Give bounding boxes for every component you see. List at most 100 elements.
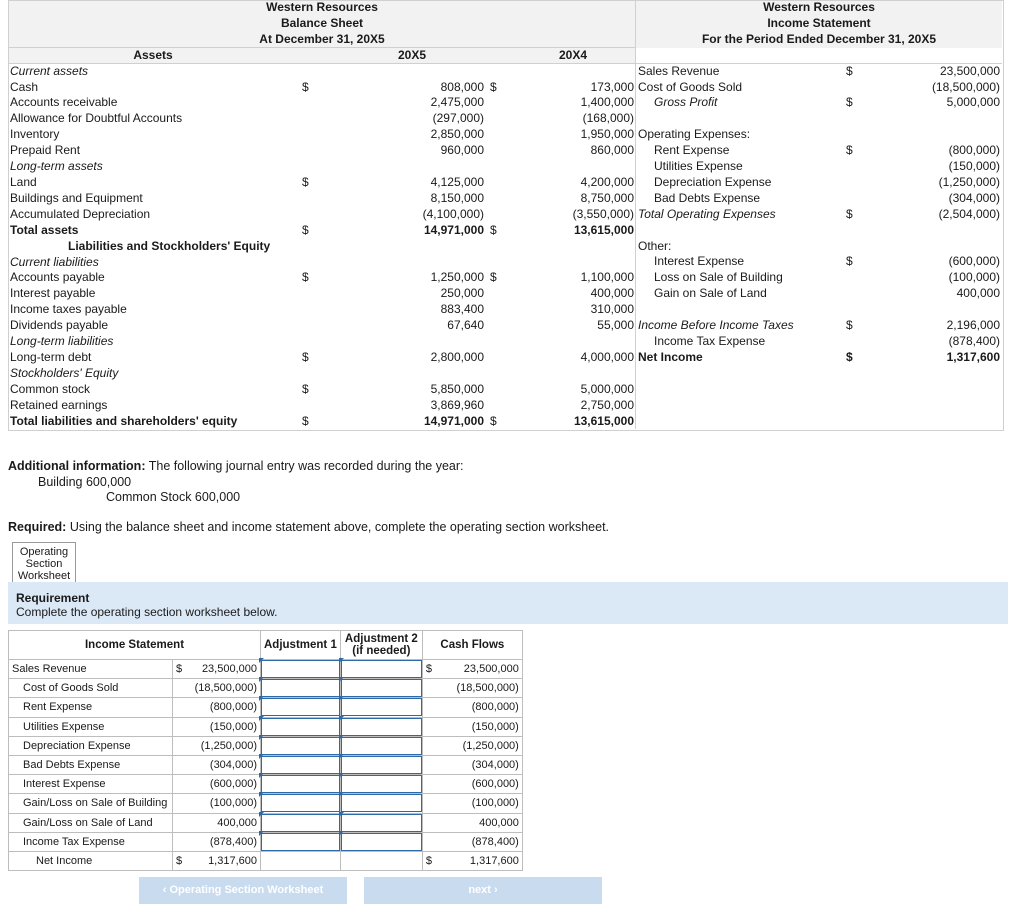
ws-adjustment1-input[interactable] [259, 811, 340, 832]
ws-is-dollar [172, 812, 187, 833]
ws-is-dollar: $ [172, 658, 187, 680]
ws-cf-dollar [421, 793, 441, 814]
journal-entry-debit: Building 600,000 [38, 475, 132, 489]
ws-adjustment1-input-cell [259, 754, 341, 776]
ws-is-value: (150,000) [186, 716, 261, 737]
ws-adjustment1-input-cell [259, 830, 341, 852]
ws-row-label: Bad Debts Expense [8, 754, 173, 776]
requirement-text: Complete the operating section worksheet… [16, 605, 278, 619]
ws-adjustment1-input-cell [259, 696, 341, 718]
ws-is-dollar [172, 774, 187, 795]
ws-header-income-statement: Income Statement [8, 630, 261, 660]
ws-header-adjustment1: Adjustment 1 [260, 630, 341, 660]
ws-adjustment2-input-cell [338, 830, 423, 852]
ws-adjustment1-input[interactable] [259, 677, 340, 698]
ws-is-value: (304,000) [186, 754, 261, 776]
additional-text: The following journal entry was recorded… [145, 459, 464, 473]
ws-is-dollar [172, 678, 187, 699]
ws-cf-dollar [421, 831, 441, 852]
ws-adjustment1-input[interactable] [259, 830, 340, 851]
ws-header-cash-flows: Cash Flows [421, 630, 523, 660]
ws-header-adjustment2-note: (if needed) [352, 645, 411, 657]
ws-adjustment2-input[interactable] [338, 715, 422, 736]
ws-adjustment1-input[interactable] [259, 734, 340, 755]
ws-adjustment2-input-cell [338, 715, 423, 737]
ws-adjustment1-input-cell [259, 658, 341, 680]
ws-adjustment1-input[interactable] [259, 658, 340, 679]
ws-adjustment1-input[interactable] [259, 773, 340, 794]
ws-is-value: (800,000) [186, 697, 261, 718]
ws-adjustment2-input-cell [338, 658, 423, 680]
ws-row-label: Net Income [8, 850, 173, 872]
ws-row: Depreciation Expense (1,250,000) (1,250,00… [8, 734, 523, 756]
prev-button[interactable]: ‹ Operating Section Worksheet [139, 877, 347, 904]
ws-is-dollar [172, 831, 187, 852]
ws-cf-dollar [421, 754, 441, 776]
ws-adjustment2-input[interactable] [338, 830, 422, 851]
ws-row-label: Interest Expense [8, 774, 173, 795]
ws-header-adjustment2-label: Adjustment 2 [344, 633, 418, 645]
ws-cf-value: (600,000) [440, 774, 523, 795]
requirement-bar: Requirement Complete the operating secti… [8, 582, 1008, 624]
journal-entry-credit: Common Stock 600,000 [106, 490, 241, 504]
ws-is-dollar [172, 716, 187, 737]
statements-divider [635, 0, 636, 429]
ws-is-dollar [172, 697, 187, 718]
ws-is-dollar [172, 754, 187, 776]
ws-row: Utilities Expense (150,000) (150,000) [8, 715, 523, 737]
ws-row: Bad Debts Expense (304,000) (304,000) [8, 754, 523, 776]
next-button[interactable]: next › [364, 877, 602, 904]
ws-cf-value: 400,000 [440, 812, 523, 833]
ws-adjustment1-input-cell [259, 792, 341, 814]
ws-cf-dollar [421, 716, 441, 737]
tab-label-line1: Operating [19, 546, 69, 558]
ws-adjustment2-input[interactable] [338, 677, 422, 698]
ws-header-adjustment2: Adjustment 2 (if needed) [339, 630, 423, 660]
ws-is-dollar: $ [172, 850, 187, 872]
ws-row-label: Depreciation Expense [8, 735, 173, 756]
tab-operating-section-worksheet[interactable]: Operating Section Worksheet [12, 542, 76, 586]
ws-cf-value: (150,000) [440, 716, 523, 737]
ws-cf-value: 23,500,000 [440, 658, 523, 680]
tab-label-line3: Worksheet [17, 570, 71, 582]
ws-adjustment2-input[interactable] [338, 792, 422, 813]
additional-info: Additional information: The following jo… [8, 459, 463, 473]
ws-row-label: Income Tax Expense [8, 831, 173, 852]
ws-adjustment2-input[interactable] [338, 754, 422, 775]
ws-adjustment1-input[interactable] [259, 715, 340, 736]
ws-adjustment1-input[interactable] [259, 792, 340, 813]
ws-is-value: (100,000) [186, 793, 261, 814]
ws-adjustment2-input-cell [338, 773, 423, 795]
ws-row: Sales Revenue $23,500,000 $23,500,000 [8, 658, 523, 680]
ws-cf-dollar: $ [421, 850, 441, 872]
ws-row: Net Income $1,317,600 $1,317,600 [8, 850, 523, 872]
ws-is-value: (1,250,000) [186, 735, 261, 756]
ws-is-value: (18,500,000) [186, 678, 261, 699]
ws-is-value: 1,317,600 [186, 850, 261, 872]
ws-adjustment2-input[interactable] [338, 696, 422, 717]
ws-adjustment2-input-cell [338, 754, 423, 776]
ws-adjustment2-cell [339, 850, 423, 872]
ws-cf-value: (18,500,000) [440, 678, 523, 699]
requirement-title: Requirement [16, 591, 90, 605]
header-line [8, 63, 1002, 64]
ws-cf-dollar [421, 774, 441, 795]
ws-adjustment2-input[interactable] [338, 658, 422, 679]
ws-is-dollar [172, 793, 187, 814]
ws-adjustment1-input-cell [259, 773, 341, 795]
ws-is-value: (878,400) [186, 831, 261, 852]
operating-worksheet: Income Statement Adjustment 1 Adjustment… [8, 630, 523, 872]
ws-row-label: Gain/Loss on Sale of Building [8, 793, 173, 814]
ws-adjustment1-input[interactable] [259, 754, 340, 775]
ws-adjustment2-input[interactable] [338, 734, 422, 755]
ws-cf-dollar [421, 735, 441, 756]
ws-adjustment2-input[interactable] [338, 811, 422, 832]
ws-is-value: 400,000 [186, 812, 261, 833]
ws-adjustment2-input-cell [338, 734, 423, 756]
ws-adjustment1-input-cell [259, 677, 341, 699]
ws-adjustment1-input[interactable] [259, 696, 340, 717]
ws-adjustment2-input[interactable] [338, 773, 422, 794]
ws-is-value: 23,500,000 [186, 658, 261, 680]
ws-row: Rent Expense (800,000) (800,000) [8, 696, 523, 718]
ws-cf-value: (304,000) [440, 754, 523, 776]
